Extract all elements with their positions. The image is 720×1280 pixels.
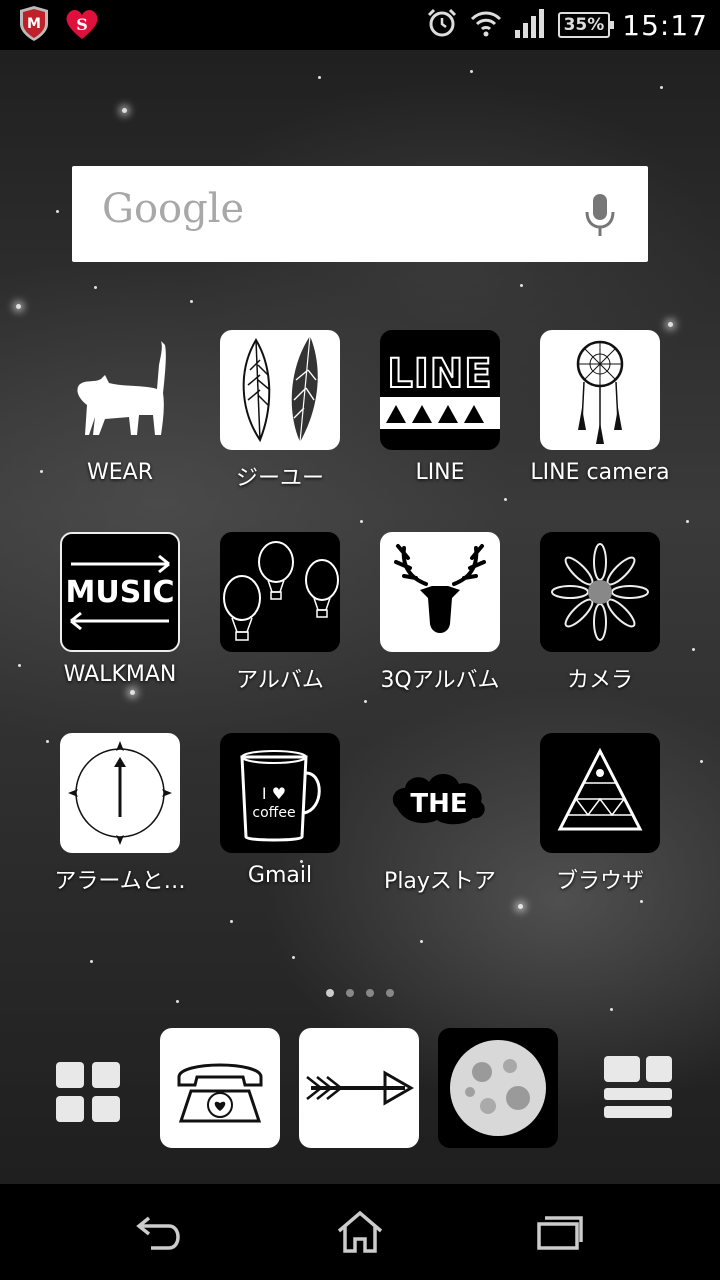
clock-icon [60, 733, 180, 853]
app-label: アラームと… [54, 869, 186, 894]
recents-icon[interactable] [530, 1204, 590, 1260]
triangle-icon [540, 733, 660, 853]
mic-icon[interactable] [582, 192, 618, 238]
app-gu[interactable]: ジーユー [200, 330, 360, 492]
heart-s-icon: S [64, 6, 100, 42]
app-line[interactable]: LINE LINE [360, 330, 520, 485]
apps-grid-icon[interactable] [28, 1028, 148, 1148]
svg-text:M: M [27, 16, 41, 32]
app-label: カメラ [566, 668, 633, 693]
app-browser[interactable]: ブラウザ [520, 733, 680, 895]
svg-text:I ♥: I ♥ [262, 784, 286, 803]
home-icon[interactable] [330, 1204, 390, 1260]
flower-icon [540, 532, 660, 652]
back-icon[interactable] [130, 1204, 190, 1260]
arrow-icon[interactable] [299, 1028, 419, 1148]
signal-icon [514, 8, 546, 42]
app-camera[interactable]: カメラ [520, 532, 680, 694]
the-cloud-icon: THE [380, 733, 500, 853]
app-label: アルバム [236, 668, 324, 693]
widgets-icon[interactable] [578, 1028, 698, 1148]
app-label: ブラウザ [555, 869, 644, 894]
google-logo: Google [102, 186, 245, 232]
google-search-bar[interactable]: Google [72, 166, 648, 262]
alarm-clock-icon [426, 7, 458, 43]
app-alarm-clock[interactable]: アラームと… [40, 733, 200, 895]
line-icon-text: LINE [386, 350, 493, 398]
status-bar: M S 35% 15:17 [0, 0, 720, 50]
svg-text:S: S [76, 15, 88, 34]
app-label: ジーユー [235, 466, 324, 491]
app-album[interactable]: アルバム [200, 532, 360, 694]
app-label: LINE [415, 460, 465, 485]
dreamcatcher-icon [540, 330, 660, 450]
balloons-icon [220, 532, 340, 652]
app-label: 3Qアルバム [380, 668, 500, 693]
cat-icon [60, 330, 180, 450]
app-label: Playストア [384, 869, 496, 894]
app-label: WEAR [87, 460, 153, 485]
battery-icon: 35% [557, 12, 614, 38]
app-label: LINE camera [530, 460, 670, 485]
app-line-camera[interactable]: LINE camera [520, 330, 680, 485]
page-dot [386, 989, 394, 997]
music-icon: MUSIC [60, 532, 180, 652]
app-gmail[interactable]: I ♥ coffee Gmail [200, 733, 360, 888]
app-label: WALKMAN [63, 662, 177, 687]
phone-icon[interactable] [160, 1028, 280, 1148]
line-icon: LINE [380, 330, 500, 450]
app-label: Gmail [247, 863, 313, 888]
app-wear[interactable]: WEAR [40, 330, 200, 485]
app-walkman[interactable]: MUSIC WALKMAN [40, 532, 200, 687]
page-dot [366, 989, 374, 997]
mcafee-icon: M [18, 6, 50, 42]
clock-time: 15:17 [622, 8, 708, 42]
app-play-store[interactable]: THE Playストア [360, 733, 520, 895]
page-dot [326, 989, 334, 997]
page-dot [346, 989, 354, 997]
feathers-icon [220, 330, 340, 450]
music-icon-text: MUSIC [65, 574, 175, 610]
deer-icon [380, 532, 500, 652]
moon-icon[interactable] [438, 1028, 558, 1148]
svg-text:THE: THE [410, 789, 467, 819]
page-indicator [326, 989, 394, 997]
coffee-mug-icon: I ♥ coffee [220, 733, 340, 853]
navigation-bar [0, 1184, 720, 1280]
app-3q-album[interactable]: 3Qアルバム [360, 532, 520, 694]
wifi-icon [470, 9, 502, 41]
svg-text:coffee: coffee [252, 805, 295, 821]
